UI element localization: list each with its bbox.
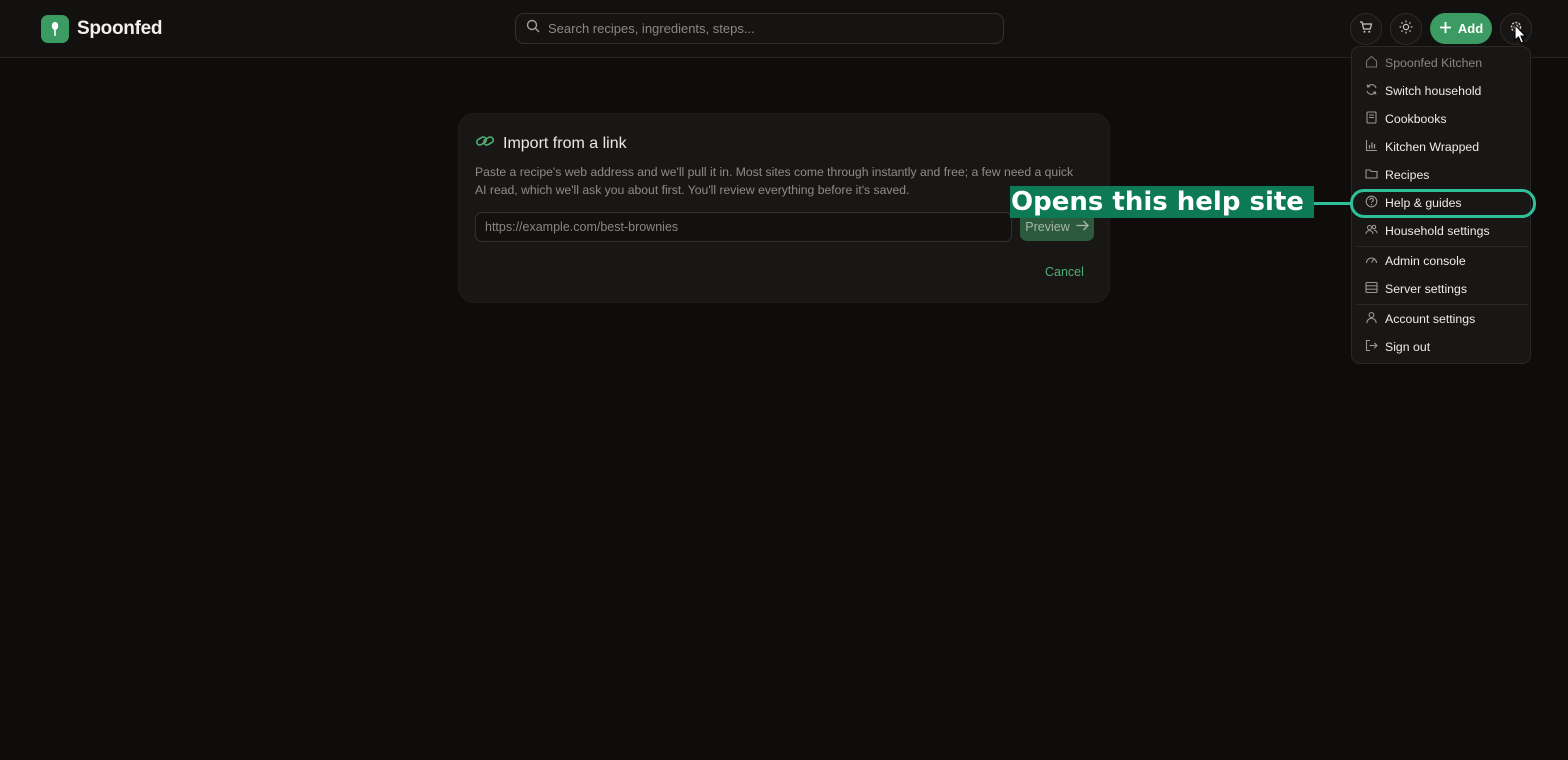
menu-item-account-settings[interactable]: Account settings: [1356, 306, 1528, 332]
sign-out-icon: [1365, 339, 1378, 355]
menu-household-name: Spoonfed Kitchen: [1356, 50, 1528, 76]
menu-item-admin-console[interactable]: Admin console: [1356, 248, 1528, 274]
menu-item-kitchen-wrapped[interactable]: Kitchen Wrapped: [1356, 134, 1528, 160]
preview-button-label: Preview: [1025, 220, 1070, 234]
users-icon: [1365, 223, 1378, 239]
recipe-url-input[interactable]: [475, 212, 1012, 242]
menu-item-cookbooks[interactable]: Cookbooks: [1356, 106, 1528, 132]
menu-item-sign-out[interactable]: Sign out: [1356, 334, 1528, 360]
gauge-icon: [1365, 253, 1378, 269]
plus-icon: [1439, 21, 1452, 37]
menu-item-label: Switch household: [1385, 84, 1482, 98]
top-bar: Spoonfed Add: [0, 0, 1568, 58]
menu-item-label: Sign out: [1385, 340, 1431, 354]
menu-divider: [1356, 304, 1528, 305]
menu-item-switch-household[interactable]: Switch household: [1356, 78, 1528, 104]
menu-item-label: Kitchen Wrapped: [1385, 140, 1480, 154]
search-bar[interactable]: [515, 13, 1004, 44]
callout-connector-line: [1314, 202, 1351, 205]
card-description: Paste a recipe's web address and we'll p…: [475, 165, 1074, 197]
refresh-icon: [1365, 83, 1378, 99]
search-input[interactable]: [548, 21, 1003, 36]
mouse-pointer-icon: [1510, 23, 1528, 53]
menu-item-server-settings[interactable]: Server settings: [1356, 276, 1528, 302]
brand-name: Spoonfed: [77, 18, 163, 39]
theme-toggle-button[interactable]: [1390, 13, 1422, 45]
book-icon: [1365, 111, 1378, 127]
home-icon: [1365, 55, 1378, 71]
cancel-link[interactable]: Cancel: [1045, 265, 1084, 279]
menu-item-label: Account settings: [1385, 312, 1476, 326]
sun-icon: [1399, 20, 1413, 39]
add-button[interactable]: Add: [1430, 13, 1492, 44]
bar-chart-icon: [1365, 139, 1378, 155]
card-header: Import from a link: [475, 133, 627, 154]
brand[interactable]: Spoonfed: [41, 15, 163, 43]
arrow-right-icon: [1076, 220, 1089, 234]
cart-icon: [1359, 20, 1373, 39]
menu-item-recipes[interactable]: Recipes: [1356, 162, 1528, 188]
card-title: Import from a link: [503, 134, 627, 152]
menu-item-label: Admin console: [1385, 254, 1466, 268]
menu-item-label: Recipes: [1385, 168, 1430, 182]
add-button-label: Add: [1457, 21, 1484, 36]
callout-label: Opens this help site: [1010, 186, 1314, 218]
spoon-logo-icon: [41, 15, 69, 43]
menu-household-label: Spoonfed Kitchen: [1385, 56, 1483, 70]
user-icon: [1365, 311, 1378, 327]
link-icon: [475, 133, 495, 154]
menu-item-label: Server settings: [1385, 282, 1468, 296]
menu-divider: [1356, 246, 1528, 247]
folder-icon: [1365, 167, 1378, 183]
menu-item-label: Cookbooks: [1385, 112, 1447, 126]
server-icon: [1365, 281, 1378, 297]
menu-item-household-settings[interactable]: Household settings: [1356, 218, 1528, 244]
menu-item-label: Household settings: [1385, 224, 1490, 238]
shopping-cart-button[interactable]: [1350, 13, 1382, 45]
search-icon: [526, 19, 540, 38]
help-item-highlight-ring: [1350, 189, 1536, 218]
